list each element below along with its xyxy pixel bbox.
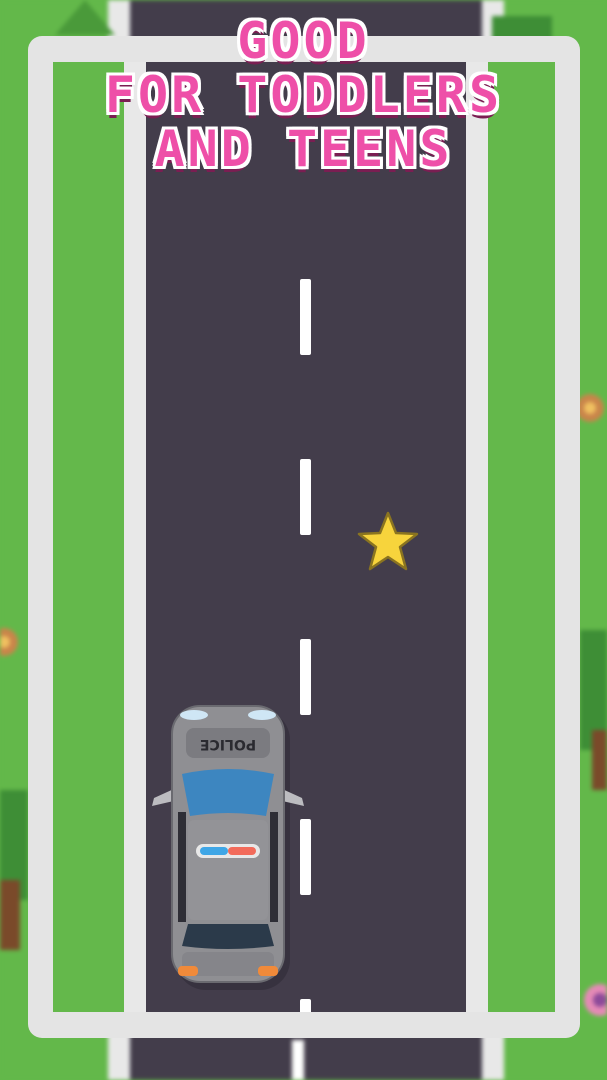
game-screen[interactable]: POLICE	[53, 62, 555, 1012]
flower-icon	[576, 394, 604, 422]
siren-blue	[200, 847, 228, 855]
lane-dash	[300, 279, 311, 355]
lane-dash	[300, 999, 311, 1012]
title-line-2: FOR TODDLERS	[104, 66, 503, 124]
title-line-3: AND TEENS	[154, 120, 453, 178]
car-label: POLICE	[200, 736, 256, 752]
lane-dash	[300, 459, 311, 535]
police-car[interactable]: POLICE	[148, 702, 308, 992]
siren-red	[228, 847, 256, 855]
left-curb	[124, 62, 146, 1012]
right-curb	[466, 62, 488, 1012]
star-icon[interactable]	[355, 509, 421, 575]
title-line-1: GOOD	[237, 12, 370, 70]
promo-title: GOOD FOR TODDLERS AND TEENS	[0, 14, 607, 176]
